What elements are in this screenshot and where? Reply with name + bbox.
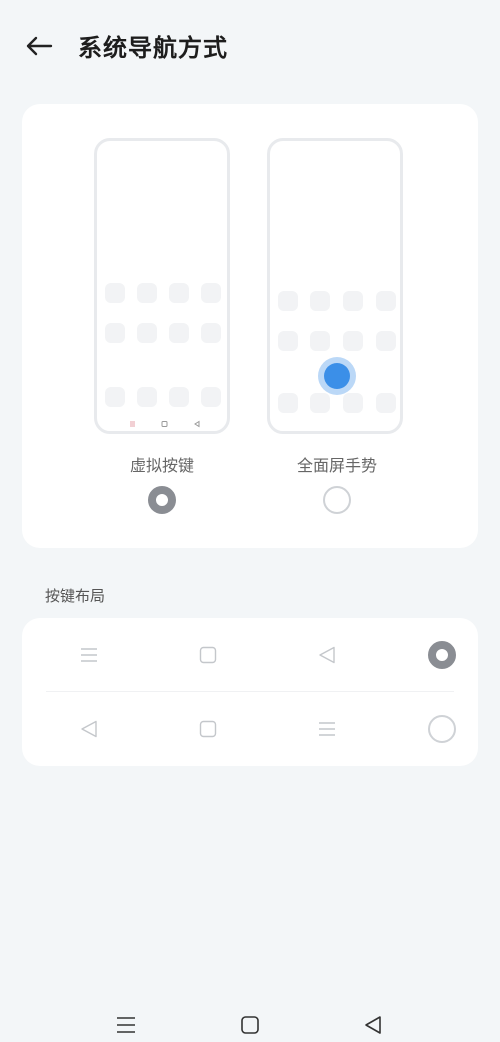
app-placeholder: [137, 323, 157, 343]
home-square-icon[interactable]: [239, 1014, 261, 1036]
page-title: 系统导航方式: [78, 34, 228, 62]
gesture-preview[interactable]: [267, 138, 403, 434]
back-triangle-icon: [79, 719, 99, 739]
app-placeholder: [137, 387, 157, 407]
mode-label-gestures: 全面屏手势: [296, 456, 377, 475]
app-placeholder: [310, 331, 330, 351]
app-placeholder: [105, 387, 125, 407]
app-placeholder: [343, 331, 363, 351]
app-placeholder: [201, 323, 221, 343]
virtual-keys-radio[interactable]: [148, 486, 176, 514]
app-placeholder: [376, 331, 396, 351]
navigation-mode-card: 虚拟按键 全面屏手势: [22, 104, 478, 548]
app-placeholder: [105, 283, 125, 303]
app-placeholder: [310, 291, 330, 311]
app-placeholder: [105, 323, 125, 343]
virtual-keys-preview[interactable]: [94, 138, 230, 434]
gestures-radio[interactable]: [323, 486, 351, 514]
back-triangle-icon: [317, 645, 337, 665]
home-square-icon: [198, 719, 218, 739]
mode-label-virtual-keys: 虚拟按键: [129, 456, 194, 475]
back-button[interactable]: [22, 30, 56, 62]
app-placeholder: [376, 291, 396, 311]
arrow-left-icon: [26, 36, 53, 56]
header: 系统导航方式: [0, 0, 500, 92]
section-label: 按键布局: [45, 587, 106, 605]
menu-icon: [317, 719, 337, 739]
app-placeholder: [310, 393, 330, 413]
layout-option-1-radio[interactable]: [428, 641, 456, 669]
layout-option-1[interactable]: [22, 618, 478, 692]
layout-option-2-radio[interactable]: [428, 715, 456, 743]
app-placeholder: [278, 291, 298, 311]
home-square-icon: [198, 645, 218, 665]
app-placeholder: [343, 291, 363, 311]
app-placeholder: [376, 393, 396, 413]
app-placeholder: [201, 283, 221, 303]
gesture-touch-icon: [318, 357, 356, 395]
app-placeholder: [278, 393, 298, 413]
app-placeholder: [137, 283, 157, 303]
system-nav-bar: [0, 1002, 500, 1042]
key-layout-card: [22, 618, 478, 766]
app-placeholder: [169, 387, 189, 407]
mini-nav-keys-icon: [130, 420, 200, 428]
back-triangle-icon[interactable]: [362, 1014, 384, 1036]
app-placeholder: [169, 283, 189, 303]
app-placeholder: [201, 387, 221, 407]
menu-icon: [79, 645, 99, 665]
layout-option-2[interactable]: [22, 692, 478, 766]
app-placeholder: [343, 393, 363, 413]
app-placeholder: [169, 323, 189, 343]
app-placeholder: [278, 331, 298, 351]
menu-icon[interactable]: [115, 1014, 137, 1036]
